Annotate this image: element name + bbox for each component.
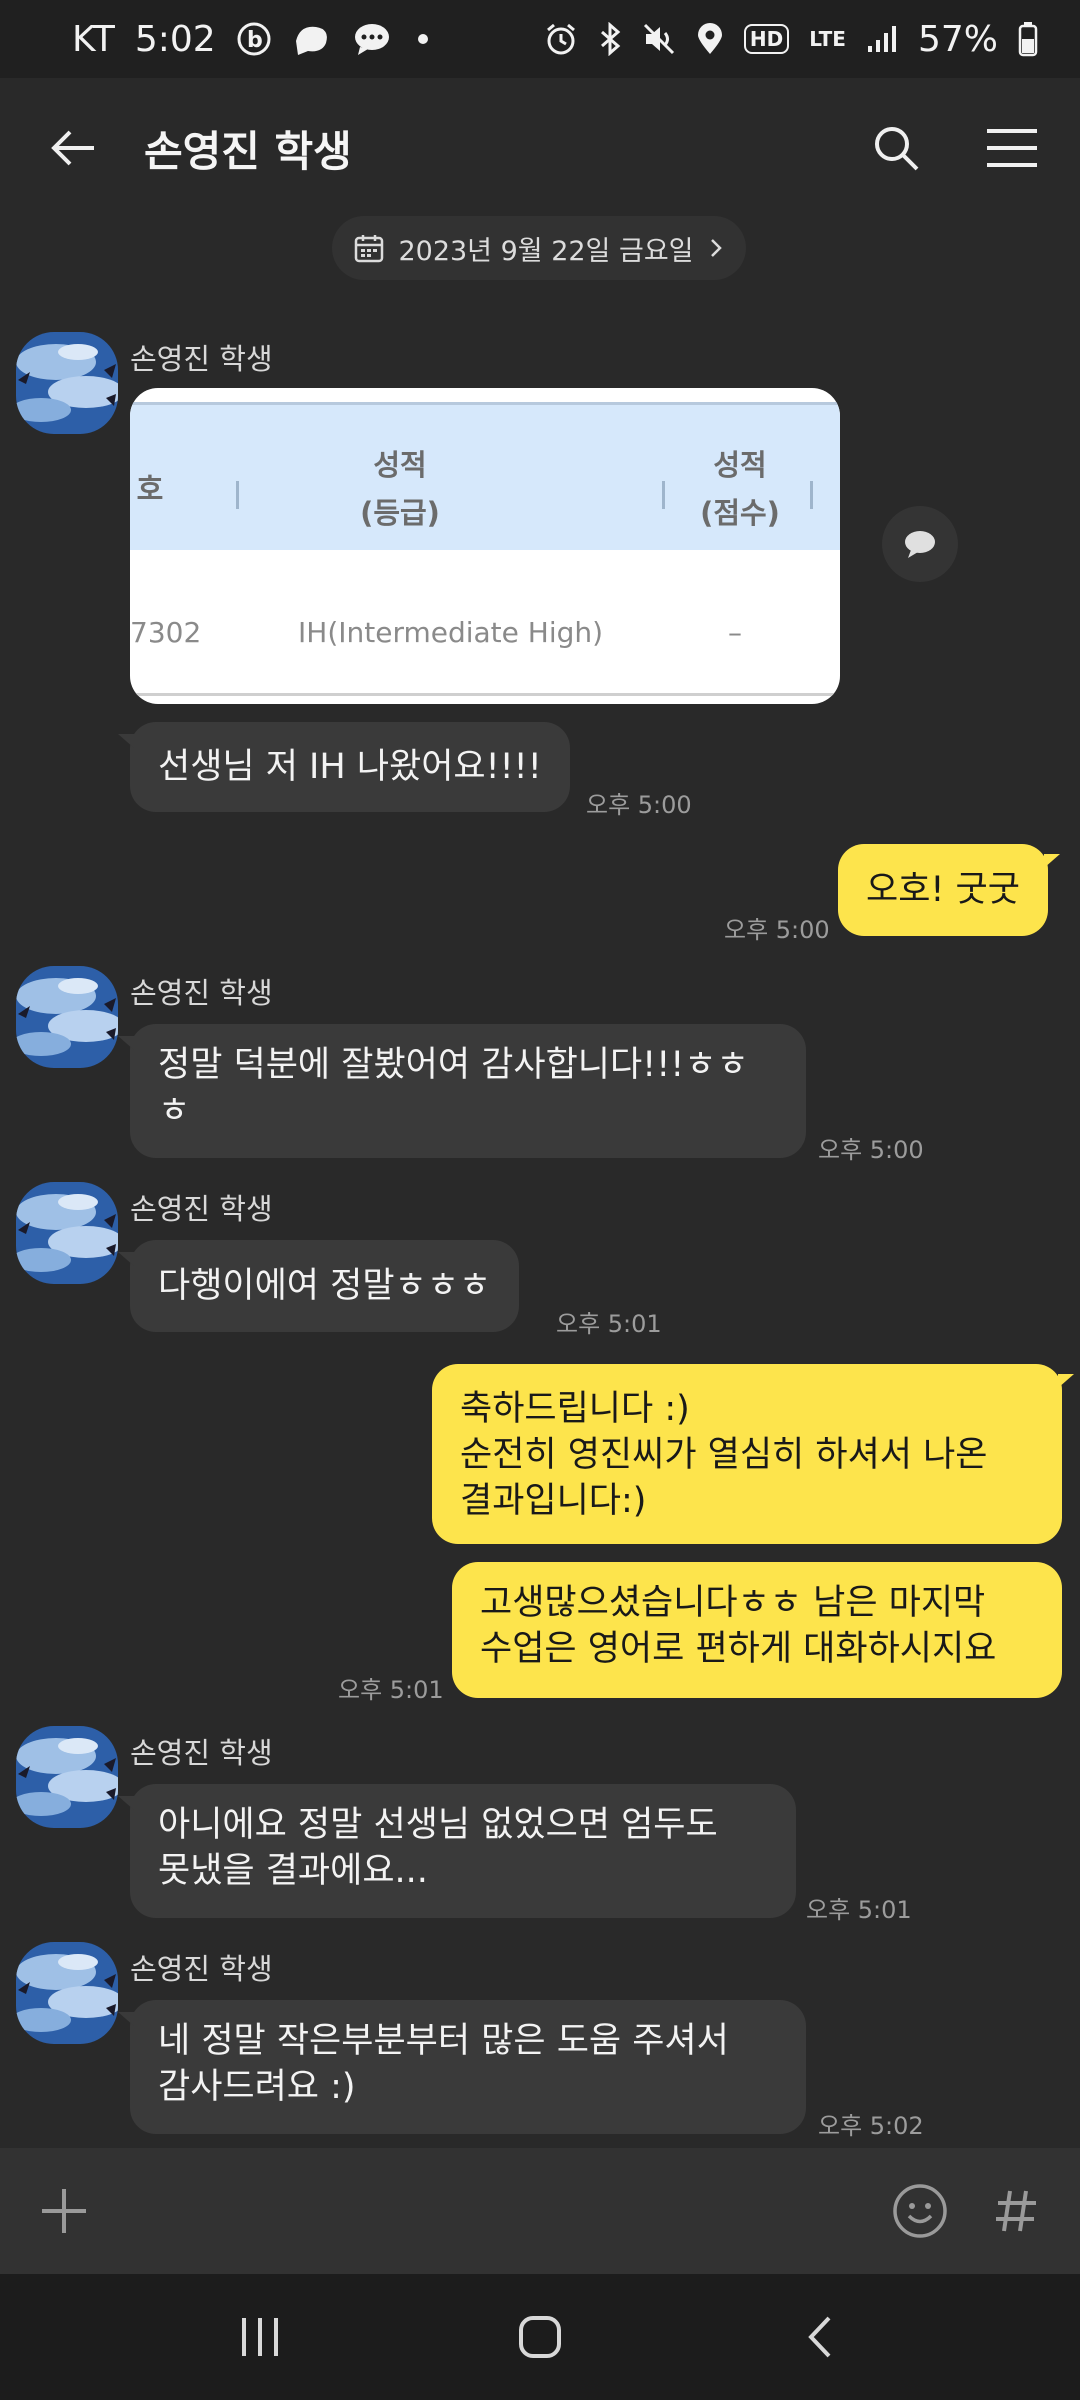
battery-percent: 57% [917, 18, 998, 60]
image-col-separator [662, 481, 665, 509]
signal-icon [866, 24, 898, 54]
image-table-header: 호 성적 (등급) 성적 (점수) [130, 402, 840, 550]
status-bar: KT 5:02 b HD LTE 57% [0, 0, 1080, 78]
message-bubble-incoming[interactable]: 아니에요 정말 선생님 없었으면 엄두도 못냈을 결과에요... [118, 1784, 796, 1918]
search-button[interactable] [864, 116, 928, 180]
message-time: 오후 5:01 [556, 1310, 662, 1338]
lte-icon: LTE [809, 27, 846, 51]
avatar[interactable] [16, 1182, 118, 1284]
add-attachment-button[interactable] [28, 2175, 100, 2247]
message-bubble-outgoing[interactable]: 오호! 굿굿 [838, 844, 1060, 936]
message-time: 오후 5:00 [724, 916, 830, 944]
battery-icon [1018, 21, 1038, 57]
image-cell-grade: IH(Intermediate High) [298, 616, 604, 649]
thread-app-icon [292, 21, 332, 57]
message-bubble-outgoing[interactable]: 고생많으셨습니다ㅎㅎ 남은 마지막 수업은 영어로 편하게 대화하시지요 [452, 1562, 1062, 1698]
message-time: 오후 5:01 [806, 1896, 912, 1924]
recent-apps-icon [242, 2318, 278, 2356]
message-time: 오후 5:02 [818, 2112, 924, 2140]
home-icon [519, 2316, 561, 2358]
message-time: 오후 5:00 [818, 1136, 924, 1164]
back-nav-button[interactable] [770, 2287, 870, 2387]
message-input[interactable] [120, 2171, 864, 2251]
mute-icon [642, 22, 676, 56]
profile-photo [16, 1942, 118, 2044]
arrow-left-icon [51, 130, 94, 166]
avatar[interactable] [16, 1726, 118, 1828]
plus-icon [42, 2189, 86, 2233]
emoji-button[interactable] [884, 2175, 956, 2247]
sender-name: 손영진 학생 [130, 1952, 273, 1986]
carrier-label: KT [72, 18, 115, 60]
message-bubble-incoming[interactable]: 선생님 저 IH 나왔어요!!!! [118, 722, 570, 812]
message-input-bar [0, 2148, 1080, 2274]
chevron-left-icon [808, 2316, 831, 2358]
avatar[interactable] [16, 1942, 118, 2044]
image-bottom-line [130, 693, 840, 696]
chat-notification-icon [352, 21, 392, 57]
image-col-grade: 성적 (등급) [360, 448, 440, 530]
location-icon [696, 22, 724, 56]
message-bubble-incoming[interactable]: 네 정말 작은부분부터 많은 도움 주셔서 감사드려요 :) [118, 2000, 806, 2134]
sender-name: 손영진 학생 [130, 1192, 273, 1226]
hashtag-button[interactable] [980, 2175, 1052, 2247]
calendar-icon [355, 235, 384, 263]
message-time: 오후 5:01 [338, 1676, 444, 1704]
date-divider[interactable]: 2023년 9월 22일 금요일 [332, 216, 746, 280]
search-icon [875, 127, 919, 171]
hd-voice-icon: HD [743, 24, 790, 54]
home-button[interactable] [490, 2287, 590, 2387]
emoji-icon [893, 2184, 947, 2238]
chevron-right-icon [710, 239, 722, 257]
recents-button[interactable] [210, 2287, 310, 2387]
profile-photo [16, 966, 118, 1068]
avatar[interactable] [16, 966, 118, 1068]
message-bubble-incoming[interactable]: 다행이에여 정말ㅎㅎㅎ [117, 1240, 520, 1332]
profile-photo [16, 332, 118, 434]
sender-name: 손영진 학생 [130, 1736, 273, 1770]
chat-header: 손영진 학생 [0, 78, 1080, 218]
image-col-separator [236, 481, 239, 509]
reply-button[interactable] [882, 506, 958, 582]
alarm-icon [544, 22, 578, 56]
profile-photo [16, 1182, 118, 1284]
image-col-partial: 호 [136, 472, 164, 506]
date-label: 2023년 9월 22일 금요일 [398, 235, 694, 267]
b-app-icon: b [236, 21, 272, 57]
image-col-separator [810, 481, 813, 509]
image-cell-score: – [728, 616, 742, 649]
svg-text:b: b [247, 28, 263, 53]
message-bubble-incoming[interactable]: 정말 덕분에 잘봤어여 감사합니다!!!ㅎㅎ ㅎ [118, 1024, 806, 1158]
system-navigation-bar [0, 2274, 1080, 2400]
image-cell-partial: 7302 [130, 616, 202, 649]
sender-name: 손영진 학생 [130, 976, 273, 1010]
bluetooth-icon [598, 22, 622, 56]
sender-name: 손영진 학생 [130, 342, 273, 376]
chat-title: 손영진 학생 [144, 126, 352, 176]
clock: 5:02 [134, 18, 216, 60]
speech-bubble-icon [905, 531, 935, 558]
more-notifications-dot [417, 34, 428, 44]
image-attachment[interactable]: 호 성적 (등급) 성적 (점수) 7302 IH(Intermediate H… [130, 388, 840, 704]
image-col-score: 성적 (점수) [700, 448, 780, 530]
hashtag-icon [996, 2190, 1036, 2232]
back-button[interactable] [36, 112, 108, 184]
menu-button[interactable] [980, 116, 1044, 180]
message-time: 오후 5:00 [586, 791, 692, 819]
message-bubble-outgoing[interactable]: 축하드립니다 :) 순전히 영진씨가 열심히 하셔서 나온 결과입니다:) [432, 1364, 1074, 1544]
profile-photo [16, 1726, 118, 1828]
hamburger-menu-icon [987, 129, 1037, 167]
avatar[interactable] [16, 332, 118, 434]
